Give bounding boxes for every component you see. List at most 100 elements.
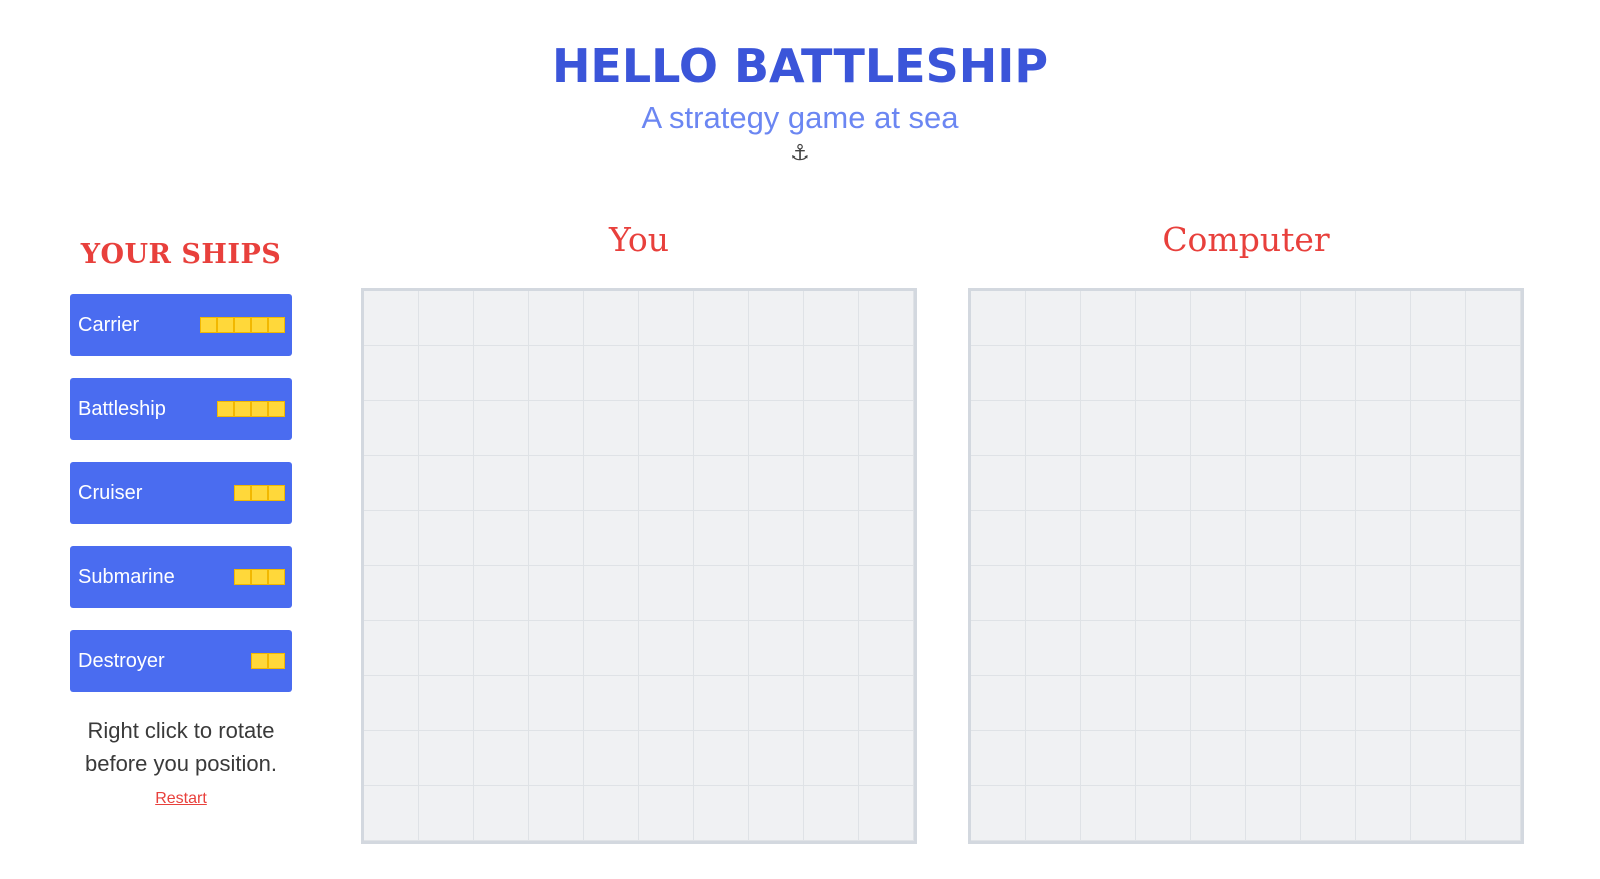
board-cell[interactable]	[1411, 786, 1466, 841]
board-cell[interactable]	[749, 566, 804, 621]
board-cell[interactable]	[584, 676, 639, 731]
board-cell[interactable]	[584, 346, 639, 401]
board-cell[interactable]	[971, 511, 1026, 566]
restart-link[interactable]: Restart	[70, 790, 292, 808]
board-cell[interactable]	[639, 731, 694, 786]
board-cell[interactable]	[1191, 401, 1246, 456]
board-cell[interactable]	[971, 291, 1026, 346]
board-cell[interactable]	[1136, 346, 1191, 401]
board-cell[interactable]	[1356, 731, 1411, 786]
board-cell[interactable]	[474, 676, 529, 731]
board-cell[interactable]	[1081, 676, 1136, 731]
board-cell[interactable]	[1411, 456, 1466, 511]
board-cell[interactable]	[694, 566, 749, 621]
board-cell[interactable]	[1411, 621, 1466, 676]
board-cell[interactable]	[419, 511, 474, 566]
board-cell[interactable]	[584, 621, 639, 676]
board-cell[interactable]	[1466, 456, 1521, 511]
board-cell[interactable]	[1411, 731, 1466, 786]
board-cell[interactable]	[364, 346, 419, 401]
board-cell[interactable]	[804, 401, 859, 456]
board-cell[interactable]	[364, 456, 419, 511]
board-cell[interactable]	[1246, 346, 1301, 401]
board-cell[interactable]	[474, 456, 529, 511]
board-cell[interactable]	[1081, 346, 1136, 401]
board-cell[interactable]	[639, 346, 694, 401]
board-cell[interactable]	[1081, 621, 1136, 676]
board-cell[interactable]	[584, 786, 639, 841]
board-cell[interactable]	[1026, 346, 1081, 401]
board-cell[interactable]	[364, 291, 419, 346]
board-cell[interactable]	[859, 401, 914, 456]
board-cell[interactable]	[584, 566, 639, 621]
board-cell[interactable]	[694, 291, 749, 346]
player-board[interactable]	[361, 288, 917, 844]
board-cell[interactable]	[1246, 291, 1301, 346]
board-cell[interactable]	[639, 676, 694, 731]
board-cell[interactable]	[529, 456, 584, 511]
board-cell[interactable]	[1191, 676, 1246, 731]
board-cell[interactable]	[419, 401, 474, 456]
board-cell[interactable]	[1356, 291, 1411, 346]
board-cell[interactable]	[859, 731, 914, 786]
board-cell[interactable]	[859, 511, 914, 566]
board-cell[interactable]	[749, 676, 804, 731]
board-cell[interactable]	[529, 731, 584, 786]
board-cell[interactable]	[1301, 566, 1356, 621]
board-cell[interactable]	[1411, 676, 1466, 731]
board-cell[interactable]	[1026, 456, 1081, 511]
board-cell[interactable]	[1136, 676, 1191, 731]
board-cell[interactable]	[1466, 346, 1521, 401]
board-cell[interactable]	[1191, 291, 1246, 346]
board-cell[interactable]	[1466, 621, 1521, 676]
board-cell[interactable]	[1136, 731, 1191, 786]
board-cell[interactable]	[1301, 786, 1356, 841]
board-cell[interactable]	[1356, 346, 1411, 401]
board-cell[interactable]	[1081, 401, 1136, 456]
board-cell[interactable]	[1246, 786, 1301, 841]
ship-destroyer[interactable]: Destroyer	[70, 630, 292, 692]
board-cell[interactable]	[1026, 511, 1081, 566]
ship-battleship[interactable]: Battleship	[70, 378, 292, 440]
ship-cruiser[interactable]: Cruiser	[70, 462, 292, 524]
board-cell[interactable]	[474, 401, 529, 456]
board-cell[interactable]	[1356, 566, 1411, 621]
board-cell[interactable]	[859, 621, 914, 676]
board-cell[interactable]	[1081, 566, 1136, 621]
board-cell[interactable]	[1301, 456, 1356, 511]
board-cell[interactable]	[1356, 786, 1411, 841]
board-cell[interactable]	[419, 621, 474, 676]
board-cell[interactable]	[1301, 731, 1356, 786]
board-cell[interactable]	[474, 511, 529, 566]
board-cell[interactable]	[1026, 291, 1081, 346]
board-cell[interactable]	[1246, 401, 1301, 456]
board-cell[interactable]	[584, 291, 639, 346]
board-cell[interactable]	[1466, 676, 1521, 731]
board-cell[interactable]	[529, 786, 584, 841]
board-cell[interactable]	[971, 621, 1026, 676]
board-cell[interactable]	[474, 566, 529, 621]
board-cell[interactable]	[1246, 621, 1301, 676]
board-cell[interactable]	[1246, 456, 1301, 511]
board-cell[interactable]	[1301, 676, 1356, 731]
board-cell[interactable]	[859, 566, 914, 621]
board-cell[interactable]	[971, 566, 1026, 621]
board-cell[interactable]	[749, 786, 804, 841]
board-cell[interactable]	[364, 511, 419, 566]
board-cell[interactable]	[584, 456, 639, 511]
board-cell[interactable]	[859, 676, 914, 731]
board-cell[interactable]	[1191, 786, 1246, 841]
board-cell[interactable]	[804, 786, 859, 841]
board-cell[interactable]	[364, 676, 419, 731]
board-cell[interactable]	[1026, 676, 1081, 731]
board-cell[interactable]	[474, 621, 529, 676]
board-cell[interactable]	[1411, 291, 1466, 346]
board-cell[interactable]	[1081, 291, 1136, 346]
board-cell[interactable]	[1191, 456, 1246, 511]
board-cell[interactable]	[474, 346, 529, 401]
board-cell[interactable]	[1301, 346, 1356, 401]
board-cell[interactable]	[419, 291, 474, 346]
board-cell[interactable]	[1081, 511, 1136, 566]
board-cell[interactable]	[639, 291, 694, 346]
board-cell[interactable]	[694, 511, 749, 566]
